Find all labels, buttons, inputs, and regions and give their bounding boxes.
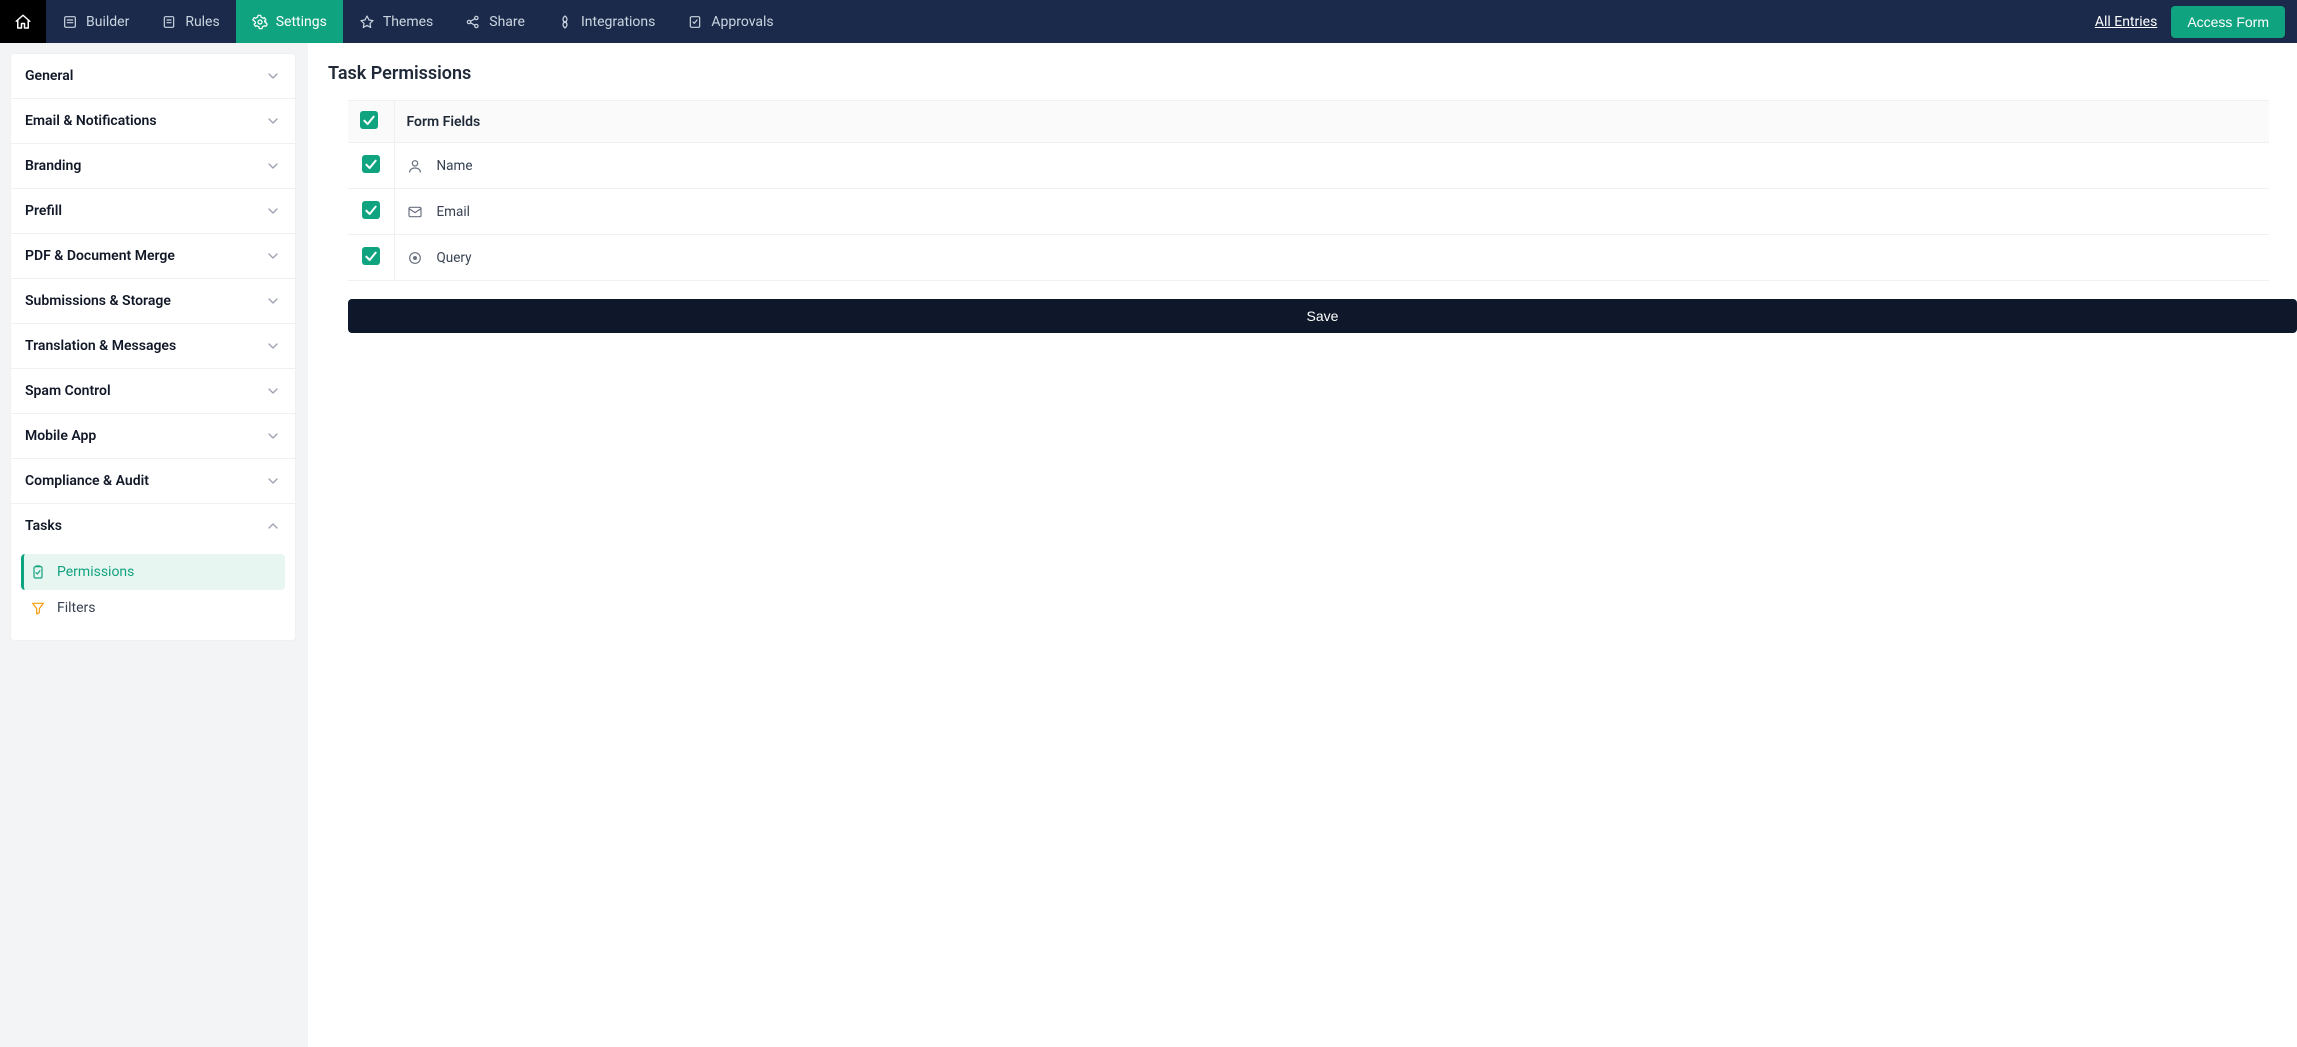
sidebar-section-label: Mobile App xyxy=(25,428,96,444)
access-form-button[interactable]: Access Form xyxy=(2171,6,2285,38)
nav-label: Themes xyxy=(383,14,433,30)
sidebar-item-label: Permissions xyxy=(57,564,134,580)
top-nav: Builder Rules Settings Themes Share Integrati… xyxy=(0,0,2297,43)
chevron-down-icon xyxy=(265,203,281,219)
home-button[interactable] xyxy=(0,0,46,43)
sidebar-section-label: Translation & Messages xyxy=(25,338,176,354)
form-fields-header: Form Fields xyxy=(394,101,2269,143)
main-content: Task Permissions Form Fields xyxy=(308,43,2297,1047)
sidebar-section-email[interactable]: Email & Notifications xyxy=(11,99,295,144)
field-label: Email xyxy=(437,204,470,220)
sidebar-section-label: Tasks xyxy=(25,518,62,534)
sidebar-item-permissions[interactable]: Permissions xyxy=(21,554,285,590)
user-icon xyxy=(407,158,425,174)
chevron-down-icon xyxy=(265,473,281,489)
row-checkbox-email[interactable] xyxy=(362,201,380,219)
sidebar-section-submissions[interactable]: Submissions & Storage xyxy=(11,279,295,324)
page-title: Task Permissions xyxy=(308,43,2297,100)
chevron-down-icon xyxy=(265,113,281,129)
nav-label: Integrations xyxy=(581,14,655,30)
sidebar-section-label: General xyxy=(25,68,73,84)
clipboard-check-icon xyxy=(29,564,47,580)
all-entries-link[interactable]: All Entries xyxy=(2095,14,2157,30)
sidebar-section-label: Submissions & Storage xyxy=(25,293,171,309)
field-label: Name xyxy=(437,158,473,174)
filter-icon xyxy=(29,600,47,616)
integrations-icon xyxy=(557,14,573,30)
nav-approvals[interactable]: Approvals xyxy=(671,0,789,43)
select-all-checkbox[interactable] xyxy=(360,111,378,129)
sidebar-section-pdf[interactable]: PDF & Document Merge xyxy=(11,234,295,279)
approvals-icon xyxy=(687,14,703,30)
home-icon xyxy=(14,13,32,31)
sidebar-item-label: Filters xyxy=(57,600,96,616)
sidebar-section-compliance[interactable]: Compliance & Audit xyxy=(11,459,295,504)
nav-label: Approvals xyxy=(711,14,773,30)
sidebar-section-label: PDF & Document Merge xyxy=(25,248,175,264)
table-row: Query xyxy=(348,235,2269,281)
nav-integrations[interactable]: Integrations xyxy=(541,0,671,43)
sidebar-section-tasks[interactable]: Tasks xyxy=(11,504,295,548)
field-label: Query xyxy=(437,250,472,266)
sidebar-section-label: Prefill xyxy=(25,203,62,219)
sidebar-section-label: Branding xyxy=(25,158,81,174)
chevron-down-icon xyxy=(265,248,281,264)
table-row: Email xyxy=(348,189,2269,235)
sidebar-section-label: Spam Control xyxy=(25,383,111,399)
nav-label: Builder xyxy=(86,14,129,30)
rules-icon xyxy=(161,14,177,30)
themes-icon xyxy=(359,14,375,30)
builder-icon xyxy=(62,14,78,30)
nav-settings[interactable]: Settings xyxy=(236,0,343,43)
sidebar-item-filters[interactable]: Filters xyxy=(21,590,285,626)
chevron-down-icon xyxy=(265,338,281,354)
nav-label: Share xyxy=(489,14,525,30)
check-icon xyxy=(361,112,377,128)
chevron-down-icon xyxy=(265,293,281,309)
row-checkbox-query[interactable] xyxy=(362,247,380,265)
chevron-down-icon xyxy=(265,158,281,174)
nav-themes[interactable]: Themes xyxy=(343,0,449,43)
nav-label: Rules xyxy=(185,14,219,30)
nav-share[interactable]: Share xyxy=(449,0,541,43)
nav-label: Settings xyxy=(276,14,327,30)
save-button[interactable]: Save xyxy=(348,299,2297,333)
sidebar-section-branding[interactable]: Branding xyxy=(11,144,295,189)
table-row: Name xyxy=(348,143,2269,189)
chevron-up-icon xyxy=(265,518,281,534)
chevron-down-icon xyxy=(265,68,281,84)
sidebar-section-label: Email & Notifications xyxy=(25,113,157,129)
sidebar-section-general[interactable]: General xyxy=(11,54,295,99)
sidebar-section-prefill[interactable]: Prefill xyxy=(11,189,295,234)
sidebar-section-mobile[interactable]: Mobile App xyxy=(11,414,295,459)
row-checkbox-name[interactable] xyxy=(362,155,380,173)
permissions-table: Form Fields Name Email Query xyxy=(348,100,2269,281)
chevron-down-icon xyxy=(265,428,281,444)
share-icon xyxy=(465,14,481,30)
sidebar-section-spam[interactable]: Spam Control xyxy=(11,369,295,414)
nav-builder[interactable]: Builder xyxy=(46,0,145,43)
settings-icon xyxy=(252,14,268,30)
sidebar-section-translation[interactable]: Translation & Messages xyxy=(11,324,295,369)
sidebar-section-label: Compliance & Audit xyxy=(25,473,149,489)
mail-icon xyxy=(407,204,425,220)
nav-rules[interactable]: Rules xyxy=(145,0,235,43)
chevron-down-icon xyxy=(265,383,281,399)
radio-icon xyxy=(407,250,425,266)
settings-sidebar: General Email & Notifications Branding Pref… xyxy=(0,43,308,1047)
